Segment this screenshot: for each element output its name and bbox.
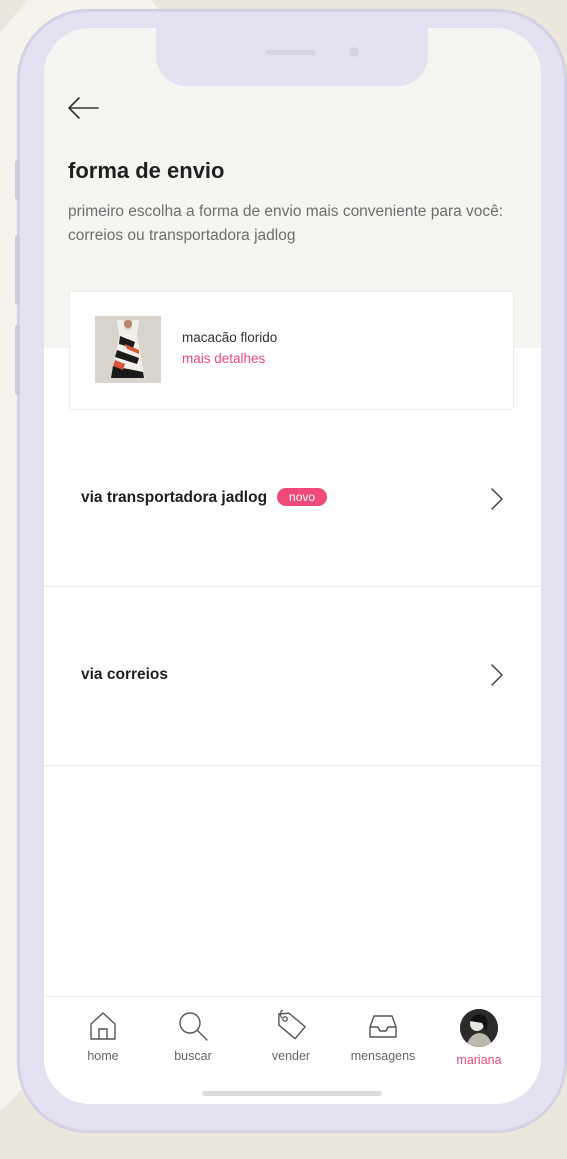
page-subtitle: primeiro escolha a forma de envio mais c… <box>68 203 504 244</box>
nav-sell-label: vender <box>271 1049 311 1063</box>
new-badge: novo <box>277 488 328 506</box>
nav-profile-label: mariana <box>456 1053 502 1067</box>
shipping-option-correios[interactable]: via correios <box>44 587 541 766</box>
back-button[interactable] <box>66 94 100 122</box>
product-name: macacão florido <box>182 330 278 345</box>
phone-side-button <box>15 235 20 305</box>
nav-search-label: buscar <box>174 1049 212 1063</box>
bottom-navigation: home buscar vender mensagens mariana <box>44 996 541 1104</box>
shipping-option-label: via transportadora jadlog novo <box>81 488 328 507</box>
page-title: forma de envio <box>68 158 225 183</box>
shipping-option-label: via correios <box>81 666 169 683</box>
nav-home-label: home <box>87 1049 119 1063</box>
nav-profile[interactable]: mariana <box>434 1009 524 1067</box>
app-screen: forma de envio primeiro escolha a forma … <box>44 28 541 1104</box>
product-image <box>95 316 161 383</box>
home-icon <box>90 1012 116 1040</box>
product-card: macacão florido mais detalhes <box>69 291 514 410</box>
shipping-option-jadlog[interactable]: via transportadora jadlog novo <box>44 408 541 587</box>
phone-side-button <box>15 160 20 200</box>
arrow-left-icon <box>68 97 99 119</box>
chevron-right-icon <box>491 664 503 686</box>
nav-sell[interactable]: vender <box>246 1009 336 1063</box>
tag-icon <box>278 1009 306 1040</box>
inbox-icon <box>369 1015 397 1038</box>
phone-side-button <box>15 325 20 395</box>
chevron-right-icon <box>491 488 503 510</box>
nav-search[interactable]: buscar <box>148 1009 238 1063</box>
nav-home[interactable]: home <box>58 1009 148 1063</box>
nav-messages-label: mensagens <box>350 1049 416 1063</box>
phone-notch <box>156 28 428 86</box>
search-icon <box>179 1012 208 1041</box>
phone-speaker <box>266 50 316 55</box>
avatar <box>460 1009 498 1047</box>
phone-camera <box>349 47 359 57</box>
nav-messages[interactable]: mensagens <box>338 1009 428 1063</box>
home-indicator <box>202 1091 382 1096</box>
product-details-link[interactable]: mais detalhes <box>182 351 265 366</box>
shipping-option-jadlog-text: via transportadora jadlog <box>81 489 268 506</box>
